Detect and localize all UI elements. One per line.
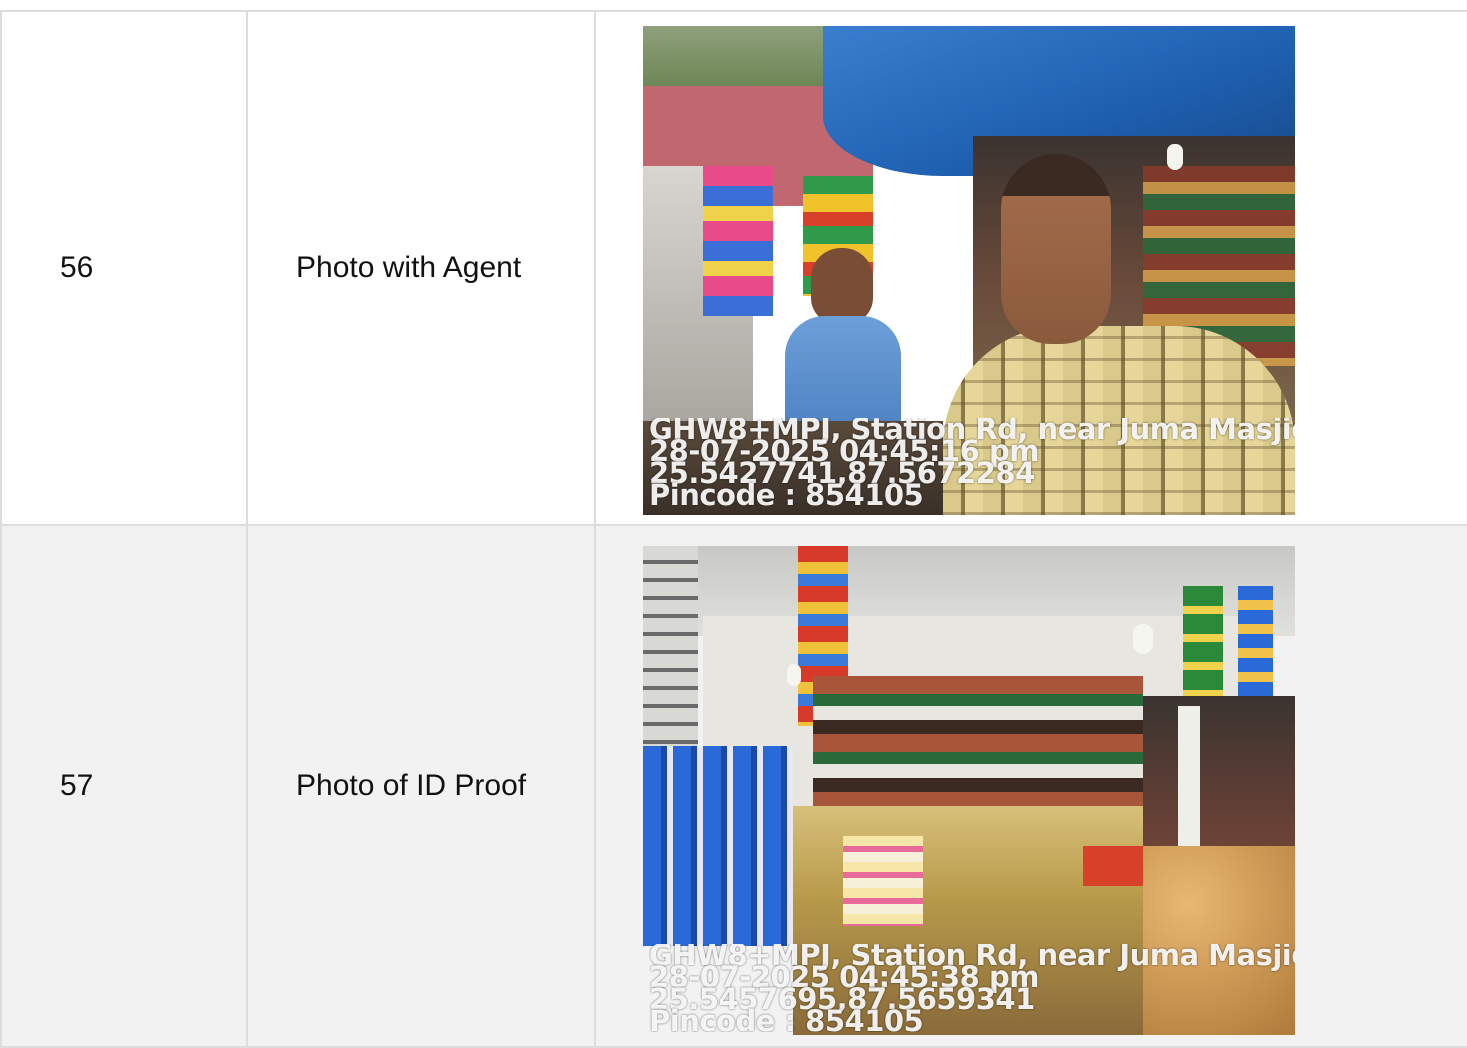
serial-number: 56 [60, 251, 94, 284]
photo-cell: GHW8+MPJ, Station Rd, near Juma Masjid, … [594, 524, 1467, 1048]
serial-number: 57 [60, 769, 94, 802]
label-cell: Photo of ID Proof [246, 524, 596, 1048]
photo-label: Photo of ID Proof [296, 769, 527, 802]
serial-number-cell: 56 [0, 10, 248, 526]
label-cell: Photo with Agent [246, 10, 596, 526]
agent-selfie-photo[interactable]: GHW8+MPJ, Station Rd, near Juma Masjid, … [643, 25, 1295, 515]
serial-number-cell: 57 [0, 524, 248, 1048]
table-row: 56 Photo with Agent GHW8+MPJ, Station Rd… [0, 10, 1467, 526]
geo-stamp: GHW8+MPJ, Station Rd, near Juma Masjid, … [649, 418, 1295, 506]
photo-label: Photo with Agent [296, 251, 522, 284]
id-proof-photo[interactable]: GHW8+MPJ, Station Rd, near Juma Masjid, … [643, 545, 1295, 1035]
photo-cell: GHW8+MPJ, Station Rd, near Juma Masjid, … [594, 10, 1467, 526]
table-row: 57 Photo of ID Proof GHW8+MPJ, Station R… [0, 524, 1467, 1048]
geo-stamp: GHW8+MPJ, Station Rd, near Juma Masjid, … [649, 944, 1295, 1032]
photo-report-table: 56 Photo with Agent GHW8+MPJ, Station Rd… [0, 10, 1467, 1048]
